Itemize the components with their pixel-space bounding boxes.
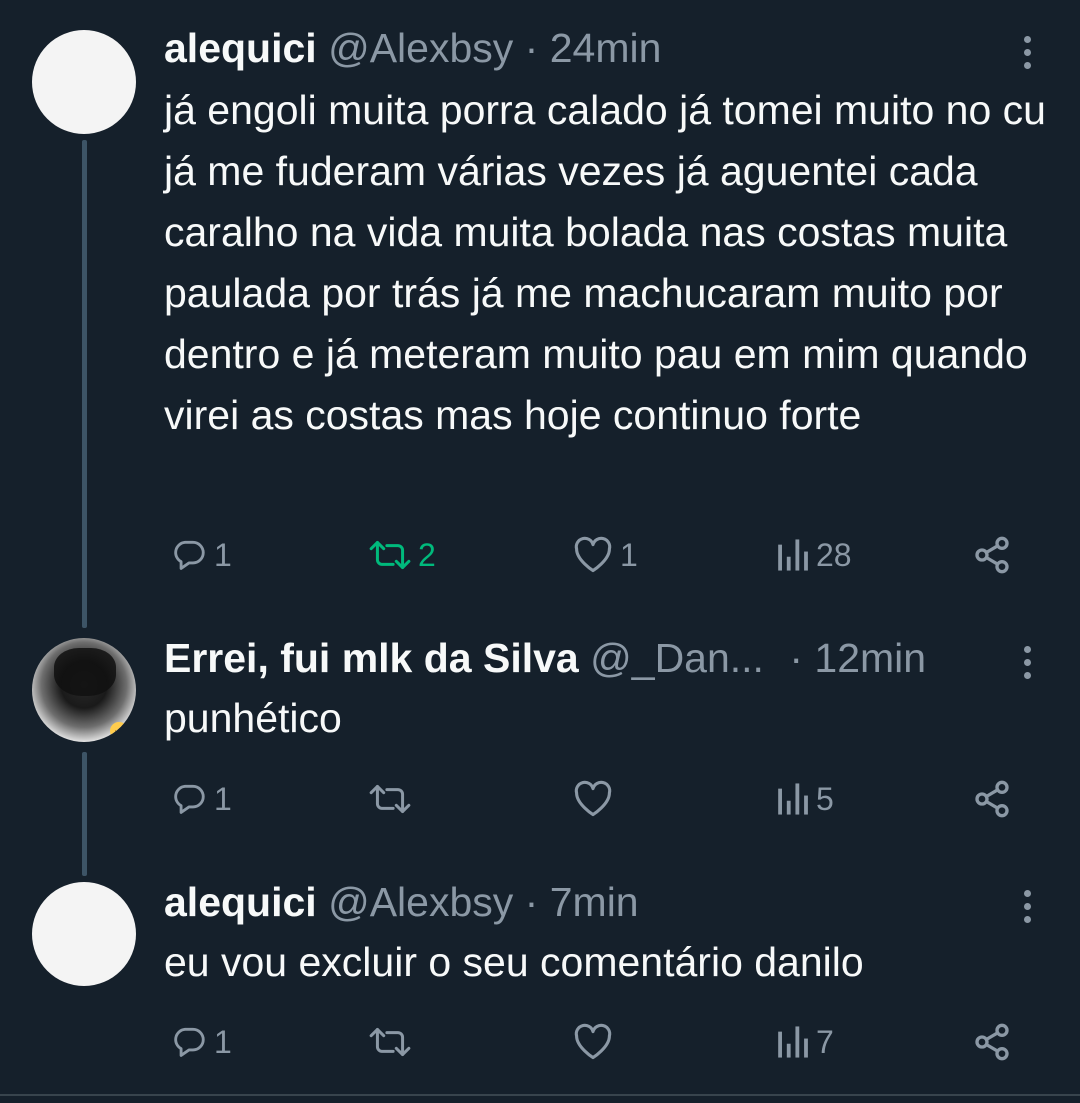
views-count: 7 xyxy=(816,1023,834,1060)
tweet-text: eu vou excluir o seu comentário danilo xyxy=(164,939,864,985)
views-icon xyxy=(778,1026,808,1058)
separator-dot: · xyxy=(524,879,539,925)
divider xyxy=(0,1094,1080,1096)
views-button[interactable]: 7 xyxy=(774,1020,834,1064)
tweet[interactable]: alequici @Alexbsy · 7min eu vou excluir … xyxy=(0,0,1080,1094)
display-name[interactable]: alequici xyxy=(164,879,317,925)
reply-icon xyxy=(174,1027,205,1057)
retweet-icon xyxy=(369,1027,411,1057)
like-button[interactable] xyxy=(572,1020,620,1064)
reply-count: 1 xyxy=(214,1023,232,1060)
like-icon xyxy=(574,1023,612,1060)
reply-button[interactable]: 1 xyxy=(170,1020,232,1064)
more-icon[interactable] xyxy=(1024,890,1032,929)
avatar[interactable] xyxy=(32,882,136,986)
tweet-actions: 1 7 xyxy=(0,1020,1080,1064)
user-handle[interactable]: @Alexbsy xyxy=(328,879,513,925)
timestamp[interactable]: 7min xyxy=(550,879,639,925)
tweet-header: alequici @Alexbsy · 7min xyxy=(164,872,639,932)
share-button[interactable] xyxy=(972,1020,1012,1064)
retweet-button[interactable] xyxy=(368,1020,418,1064)
share-icon xyxy=(975,1023,1009,1061)
